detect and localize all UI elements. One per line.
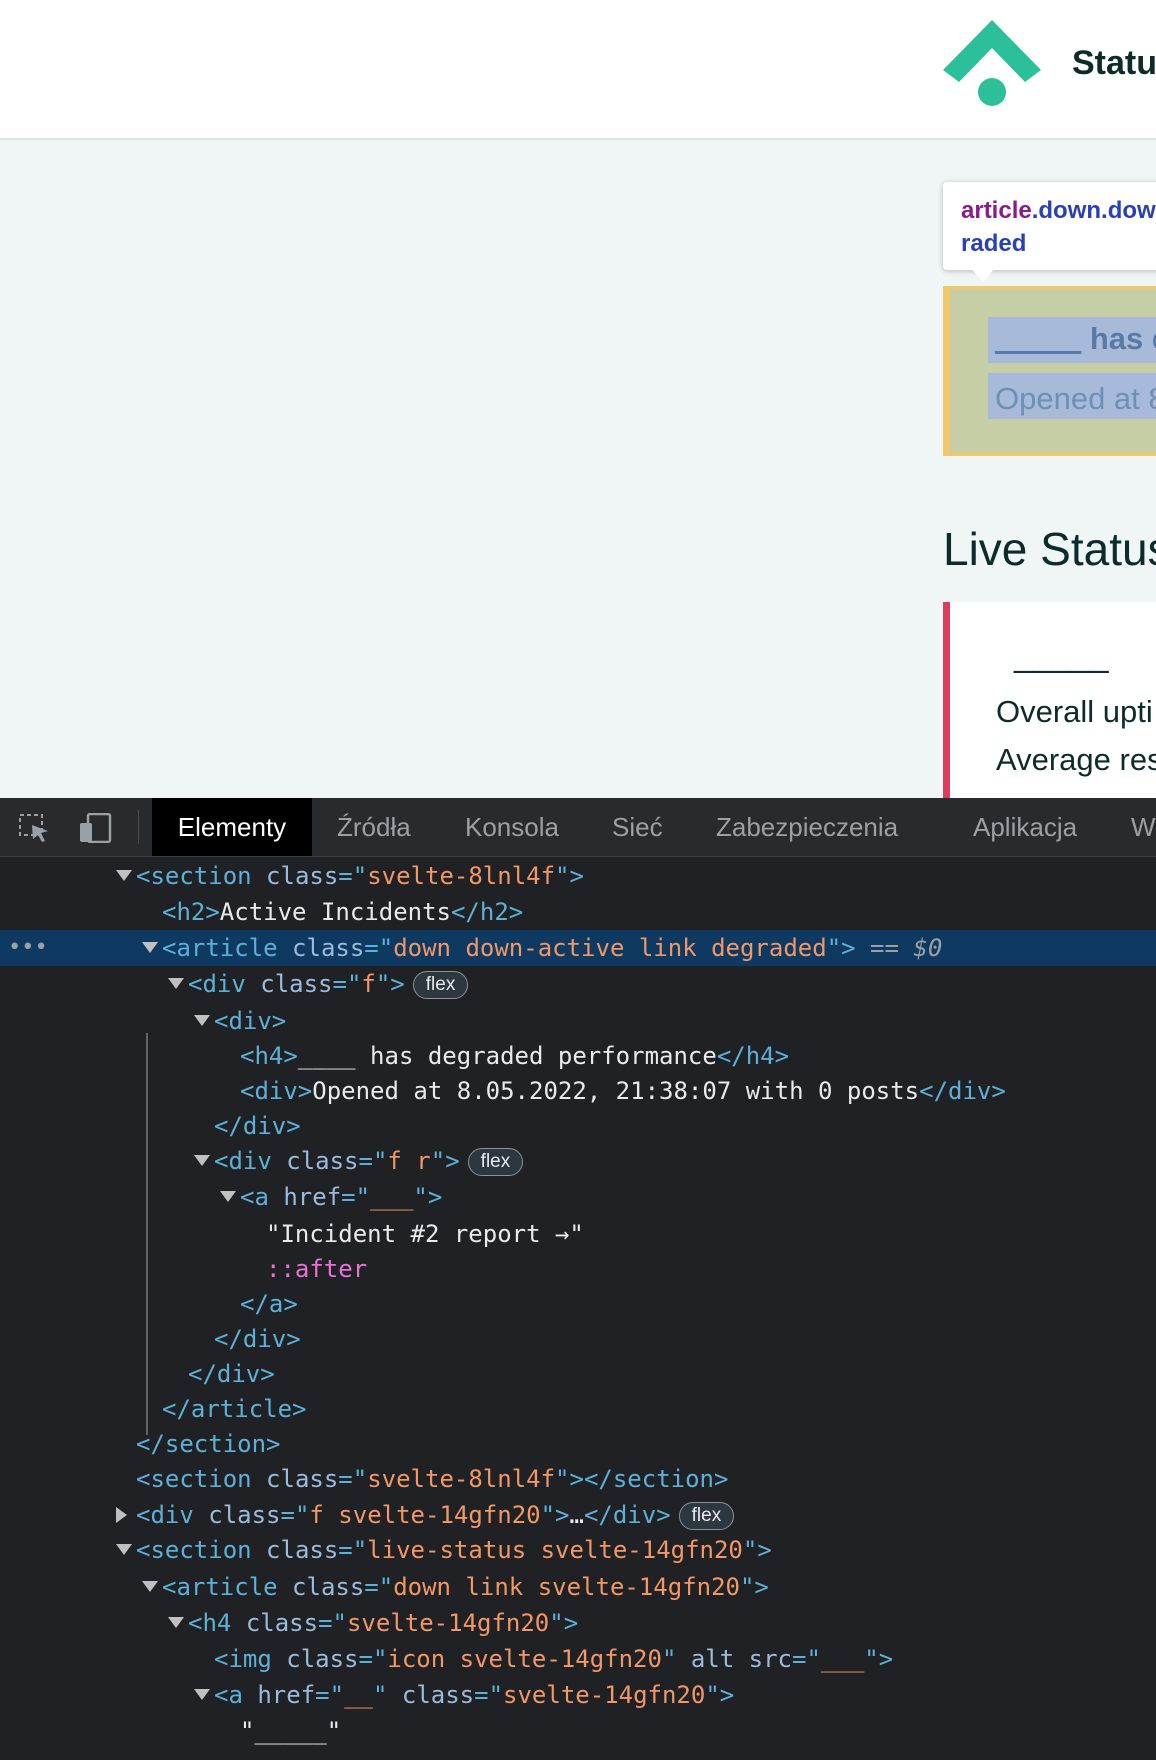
expand-triangle-icon[interactable]: [194, 1155, 210, 1166]
node-markup: <section class="svelte-8lnl4f"></section…: [136, 1465, 729, 1493]
status-page-content: article.down.dow raded _____ has d Opene…: [0, 140, 1156, 798]
dom-tree-node[interactable]: <a href="___">: [0, 1179, 1156, 1215]
dom-tree-node[interactable]: "Incident #2 report →": [0, 1216, 1156, 1252]
flex-badge[interactable]: flex: [678, 1502, 735, 1530]
node-markup: </div>: [188, 1360, 275, 1388]
dom-tree-node[interactable]: </div>: [0, 1321, 1156, 1357]
tooltip-tag: article: [961, 197, 1032, 224]
node-markup: <div class="f svelte-14gfn20">…</div> fle…: [136, 1497, 735, 1533]
tooltip-classes: .down.dow: [1031, 197, 1156, 224]
node-menu-icon[interactable]: •••: [8, 930, 48, 966]
dom-tree-node[interactable]: </div>: [0, 1108, 1156, 1144]
expand-triangle-icon[interactable]: [116, 870, 132, 881]
logo-icon[interactable]: [943, 20, 1041, 108]
node-markup: </div>: [214, 1112, 301, 1140]
node-markup: <div>: [214, 1007, 287, 1035]
service-name-link[interactable]: _____: [1014, 636, 1109, 675]
node-markup: <a href="___">: [240, 1183, 443, 1211]
node-markup: "_____": [240, 1717, 342, 1745]
dom-tree-node[interactable]: <img class="icon svelte-14gfn20" alt src…: [0, 1641, 1156, 1677]
incident-title: _____ has d: [995, 321, 1156, 357]
expand-triangle-icon[interactable]: [194, 1689, 210, 1700]
page-header: Statu: [0, 0, 1156, 140]
inspect-element-icon[interactable]: [18, 813, 52, 843]
expand-triangle-icon[interactable]: [168, 978, 184, 989]
overall-uptime-label: Overall upti: [996, 694, 1153, 729]
node-markup: <div>Opened at 8.05.2022, 21:38:07 with …: [240, 1077, 1006, 1105]
devtools-tabbar: Elementy Źródła Konsola Sieć Zabezpiecze…: [0, 798, 1156, 857]
live-status-card[interactable]: _____ Overall upti Average res: [943, 602, 1156, 798]
expand-triangle-icon[interactable]: [220, 1191, 236, 1202]
node-markup: <section class="svelte-8lnl4f">: [136, 862, 584, 890]
dom-tree-node[interactable]: <h4 class="svelte-14gfn20">: [0, 1605, 1156, 1641]
dom-tree-node[interactable]: </div>: [0, 1356, 1156, 1392]
flex-badge[interactable]: flex: [412, 971, 469, 999]
incident-opened-at: Opened at 8: [995, 381, 1156, 416]
dom-tree-node[interactable]: <h4>____ has degraded performance</h4>: [0, 1038, 1156, 1074]
tab-network[interactable]: Sieć: [612, 798, 663, 856]
incident-service-blank: _____: [995, 321, 1082, 356]
expand-triangle-icon[interactable]: [116, 1544, 132, 1555]
expand-triangle-icon[interactable]: [142, 1581, 158, 1592]
incident-title-text: has d: [1089, 321, 1156, 356]
tab-console[interactable]: Konsola: [465, 798, 559, 856]
dom-tree-node[interactable]: </a>: [0, 1286, 1156, 1322]
node-markup: <article class="down down-active link de…: [162, 934, 943, 962]
brand-name[interactable]: Statu: [1072, 44, 1156, 83]
dom-tree-node[interactable]: <section class="svelte-8lnl4f"></section…: [0, 1461, 1156, 1497]
live-status-heading: Live Status: [943, 523, 1156, 575]
flex-badge[interactable]: flex: [467, 1148, 524, 1176]
tab-application[interactable]: Aplikacja: [973, 798, 1077, 856]
dom-tree-node[interactable]: <div class="f r"> flex: [0, 1143, 1156, 1179]
node-markup: "Incident #2 report →": [266, 1220, 584, 1248]
node-markup: <section class="live-status svelte-14gfn…: [136, 1536, 772, 1564]
dom-tree-node[interactable]: ::after: [0, 1251, 1156, 1287]
tab-security[interactable]: Zabezpieczenia: [716, 798, 898, 856]
average-response-label: Average res: [996, 742, 1156, 777]
expand-triangle-icon[interactable]: [142, 942, 158, 953]
node-markup: </div>: [214, 1325, 301, 1353]
dom-tree-node[interactable]: ••• <article class="down down-active link…: [0, 930, 1156, 966]
dom-tree-node[interactable]: <section class="svelte-8lnl4f">: [0, 858, 1156, 894]
node-markup: <h2>Active Incidents</h2>: [162, 898, 524, 926]
expand-triangle-icon[interactable]: [168, 1617, 184, 1628]
node-markup: <a href="__" class="svelte-14gfn20">: [214, 1681, 735, 1709]
node-markup: ::after: [266, 1255, 368, 1283]
dom-tree-node[interactable]: </section>: [0, 1426, 1156, 1462]
dom-tree-node[interactable]: <div>: [0, 1003, 1156, 1039]
dom-tree-node[interactable]: <div class="f"> flex: [0, 966, 1156, 1002]
node-markup: <h4 class="svelte-14gfn20">: [188, 1609, 579, 1637]
dom-tree-node[interactable]: <div>Opened at 8.05.2022, 21:38:07 with …: [0, 1073, 1156, 1109]
collapsed-triangle-icon[interactable]: [116, 1507, 127, 1523]
dom-tree-node[interactable]: <div class="f svelte-14gfn20">…</div> fle…: [0, 1497, 1156, 1533]
node-markup: <img class="icon svelte-14gfn20" alt src…: [214, 1645, 894, 1673]
dom-tree-node[interactable]: <section class="live-status svelte-14gfn…: [0, 1532, 1156, 1568]
inspect-tooltip: article.down.dow raded: [943, 182, 1156, 270]
expand-triangle-icon[interactable]: [194, 1015, 210, 1026]
node-markup: </section>: [136, 1430, 281, 1458]
tab-elements[interactable]: Elementy: [152, 798, 312, 856]
tree-guide-line: [146, 1033, 148, 1435]
tooltip-arrow: [971, 268, 995, 282]
tooltip-classes-continued: raded: [961, 230, 1027, 257]
dom-tree-node[interactable]: <a href="__" class="svelte-14gfn20">: [0, 1677, 1156, 1713]
dom-tree-node[interactable]: <article class="down link svelte-14gfn20…: [0, 1569, 1156, 1605]
tab-more[interactable]: W: [1131, 798, 1156, 856]
dom-tree-node[interactable]: <h2>Active Incidents</h2>: [0, 894, 1156, 930]
devtools-panel: Elementy Źródła Konsola Sieć Zabezpiecze…: [0, 798, 1156, 1760]
node-markup: </a>: [240, 1290, 298, 1318]
dom-tree-node[interactable]: "_____": [0, 1713, 1156, 1749]
node-markup: <div class="f"> flex: [188, 966, 469, 1002]
dom-tree-node[interactable]: </article>: [0, 1391, 1156, 1427]
device-toolbar-icon[interactable]: [78, 813, 112, 843]
incident-card[interactable]: _____ has d Opened at 8: [943, 286, 1156, 456]
toolbar-separator: [138, 810, 139, 844]
node-markup: </article>: [162, 1395, 307, 1423]
node-markup: <div class="f r"> flex: [214, 1143, 524, 1179]
tab-sources[interactable]: Źródła: [337, 798, 411, 856]
node-markup: <article class="down link svelte-14gfn20…: [162, 1573, 769, 1601]
node-markup: <h4>____ has degraded performance</h4>: [240, 1042, 790, 1070]
dom-tree[interactable]: <section class="svelte-8lnl4f"> <h2>Activ…: [0, 858, 1156, 1760]
